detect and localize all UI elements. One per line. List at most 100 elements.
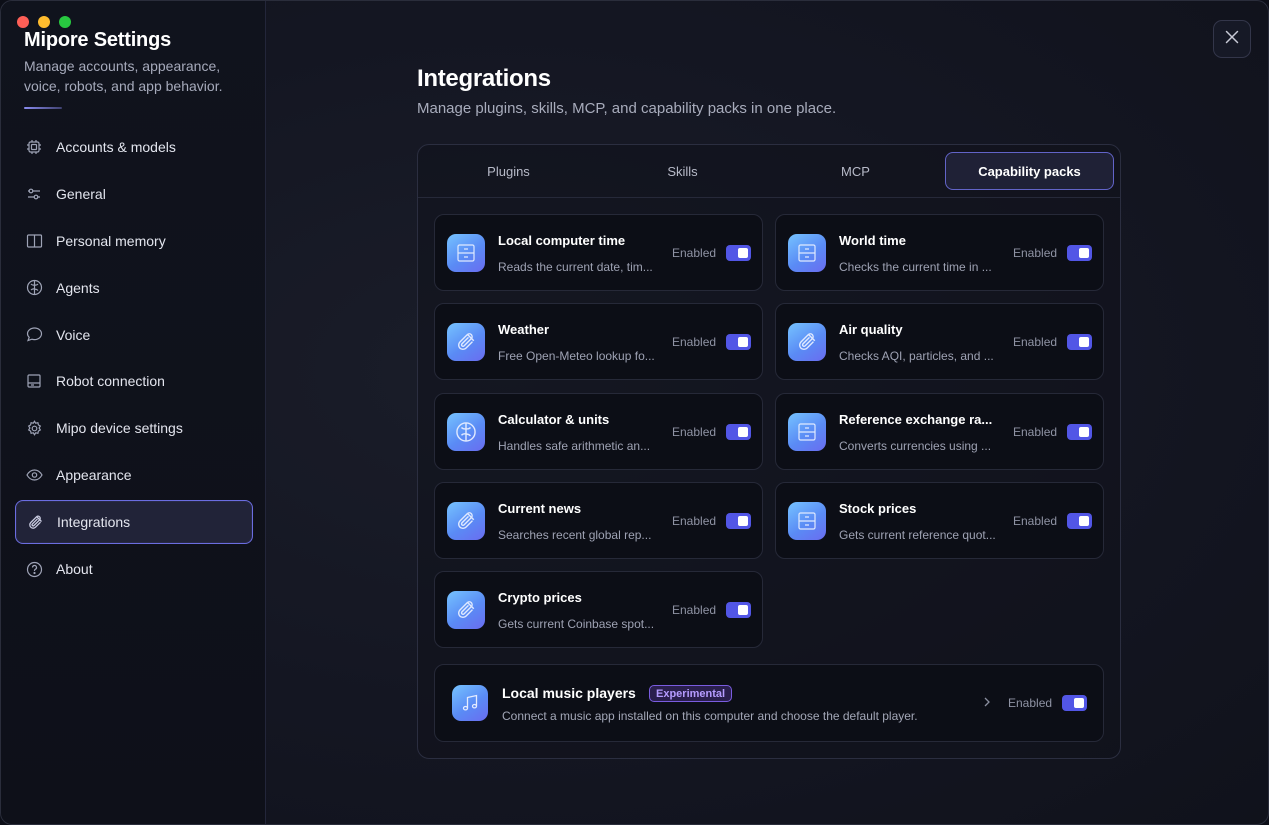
card-description: Free Open-Meteo lookup fo...: [498, 349, 655, 363]
toggle-knob: [738, 248, 748, 258]
card-description: Gets current Coinbase spot...: [498, 617, 655, 631]
enable-toggle[interactable]: [1067, 424, 1092, 440]
device-icon: [25, 372, 43, 390]
status-label: Enabled: [672, 514, 717, 528]
capability-card-stock-prices[interactable]: Stock prices Gets current reference quot…: [775, 482, 1104, 559]
tab-plugins[interactable]: Plugins: [424, 152, 593, 190]
card-title: World time: [839, 233, 906, 248]
brain-icon: [25, 279, 43, 297]
sidebar-item-voice[interactable]: Voice: [15, 313, 253, 357]
sidebar-item-appearance[interactable]: Appearance: [15, 453, 253, 497]
sidebar-item-agents[interactable]: Agents: [15, 266, 253, 310]
paperclip-icon: [26, 513, 44, 531]
book-icon: [25, 232, 43, 250]
sidebar-item-accounts-models[interactable]: Accounts & models: [15, 125, 253, 169]
capability-card-air-quality[interactable]: Air quality Checks AQI, particles, and .…: [775, 303, 1104, 380]
sliders-icon: [25, 185, 43, 203]
status-label: Enabled: [672, 246, 717, 260]
capability-card-reference-exchange-rates[interactable]: Reference exchange ra... Converts curren…: [775, 393, 1104, 470]
accent-divider: [24, 107, 62, 109]
toggle-knob: [1079, 516, 1089, 526]
sidebar-item-label: Agents: [56, 279, 100, 296]
sidebar-item-general[interactable]: General: [15, 172, 253, 216]
paperclip-icon: [447, 323, 485, 361]
sidebar-item-label: Personal memory: [56, 232, 166, 249]
sidebar-item-integrations[interactable]: Integrations: [15, 500, 253, 545]
tab-capability-packs[interactable]: Capability packs: [945, 152, 1114, 190]
enable-toggle[interactable]: [1067, 513, 1092, 529]
question-icon: [25, 560, 43, 578]
card-title: Crypto prices: [498, 590, 582, 605]
zoom-window-button[interactable]: [59, 16, 71, 28]
integrations-panel: Plugins Skills MCP Capability packs Loca…: [417, 144, 1121, 759]
sidebar-item-label: Accounts & models: [56, 139, 176, 155]
card-title: Stock prices: [839, 501, 917, 516]
window-controls: [17, 16, 71, 28]
brain-icon: [447, 413, 485, 451]
sidebar-item-label: General: [56, 185, 106, 202]
minimize-window-button[interactable]: [38, 16, 50, 28]
chip-icon: [25, 138, 43, 156]
capability-card-weather[interactable]: Weather Free Open-Meteo lookup fo... Ena…: [434, 303, 763, 380]
archive-icon: [788, 413, 826, 451]
sidebar-item-about[interactable]: About: [15, 547, 253, 591]
toggle-knob: [1079, 337, 1089, 347]
capability-card-current-news[interactable]: Current news Searches recent global rep.…: [434, 482, 763, 559]
sidebar-item-label: Robot connection: [56, 373, 165, 390]
tab-mcp[interactable]: MCP: [771, 152, 940, 190]
sidebar-item-label: Integrations: [57, 514, 131, 531]
card-description: Checks the current time in ...: [839, 260, 992, 274]
sidebar: Mipore Settings Manage accounts, appeara…: [1, 1, 266, 824]
archive-icon: [447, 234, 485, 272]
enable-toggle[interactable]: [726, 424, 751, 440]
toggle-knob: [738, 427, 748, 437]
status-label: Enabled: [1013, 425, 1058, 439]
capability-card-calculator-units[interactable]: Calculator & units Handles safe arithmet…: [434, 393, 763, 470]
chevron-right-icon[interactable]: [983, 695, 991, 713]
sidebar-nav: Accounts & models General Personal memor…: [15, 125, 253, 594]
sidebar-item-personal-memory[interactable]: Personal memory: [15, 219, 253, 263]
card-title: Reference exchange ra...: [839, 412, 993, 427]
card-description: Checks AQI, particles, and ...: [839, 349, 994, 363]
toggle-knob: [738, 605, 748, 615]
archive-icon: [788, 502, 826, 540]
paperclip-icon: [788, 323, 826, 361]
toggle-knob: [738, 516, 748, 526]
enable-toggle[interactable]: [726, 602, 751, 618]
status-label: Enabled: [1013, 246, 1058, 260]
enable-toggle[interactable]: [1062, 695, 1087, 711]
close-window-button[interactable]: [17, 16, 29, 28]
music-note-icon: [452, 685, 488, 721]
capability-card-local-computer-time[interactable]: Local computer time Reads the current da…: [434, 214, 763, 291]
enable-toggle[interactable]: [726, 513, 751, 529]
settings-window: Mipore Settings Manage accounts, appeara…: [0, 0, 1269, 825]
capability-card-world-time[interactable]: World time Checks the current time in ..…: [775, 214, 1104, 291]
enable-toggle[interactable]: [1067, 245, 1092, 261]
sidebar-item-mipo-device-settings[interactable]: Mipo device settings: [15, 406, 253, 450]
status-label: Enabled: [672, 603, 717, 617]
paperclip-icon: [447, 591, 485, 629]
sidebar-item-robot-connection[interactable]: Robot connection: [15, 359, 253, 403]
sidebar-item-label: Voice: [56, 326, 91, 343]
capability-card-crypto-prices[interactable]: Crypto prices Gets current Coinbase spot…: [434, 571, 763, 648]
chat-bubble-icon: [25, 326, 43, 344]
eye-icon: [25, 466, 43, 484]
enable-toggle[interactable]: [726, 245, 751, 261]
app-subtitle: Manage accounts, appearance, voice, robo…: [24, 58, 223, 94]
status-label: Enabled: [1013, 514, 1058, 528]
enable-toggle[interactable]: [726, 334, 751, 350]
enable-toggle[interactable]: [1067, 334, 1092, 350]
card-title: Air quality: [839, 322, 903, 337]
toggle-knob: [1079, 427, 1089, 437]
paperclip-icon: [447, 502, 485, 540]
gear-icon: [25, 419, 43, 437]
card-title: Local music players: [502, 685, 636, 701]
card-title: Current news: [498, 501, 582, 516]
archive-icon: [788, 234, 826, 272]
tab-skills[interactable]: Skills: [598, 152, 767, 190]
page-title: Integrations: [417, 65, 551, 92]
card-description: Converts currencies using ...: [839, 439, 992, 453]
capability-card-local-music-players[interactable]: Local music players Experimental Connect…: [434, 664, 1104, 742]
close-settings-button[interactable]: [1213, 20, 1251, 58]
status-label: Enabled: [1013, 335, 1058, 349]
